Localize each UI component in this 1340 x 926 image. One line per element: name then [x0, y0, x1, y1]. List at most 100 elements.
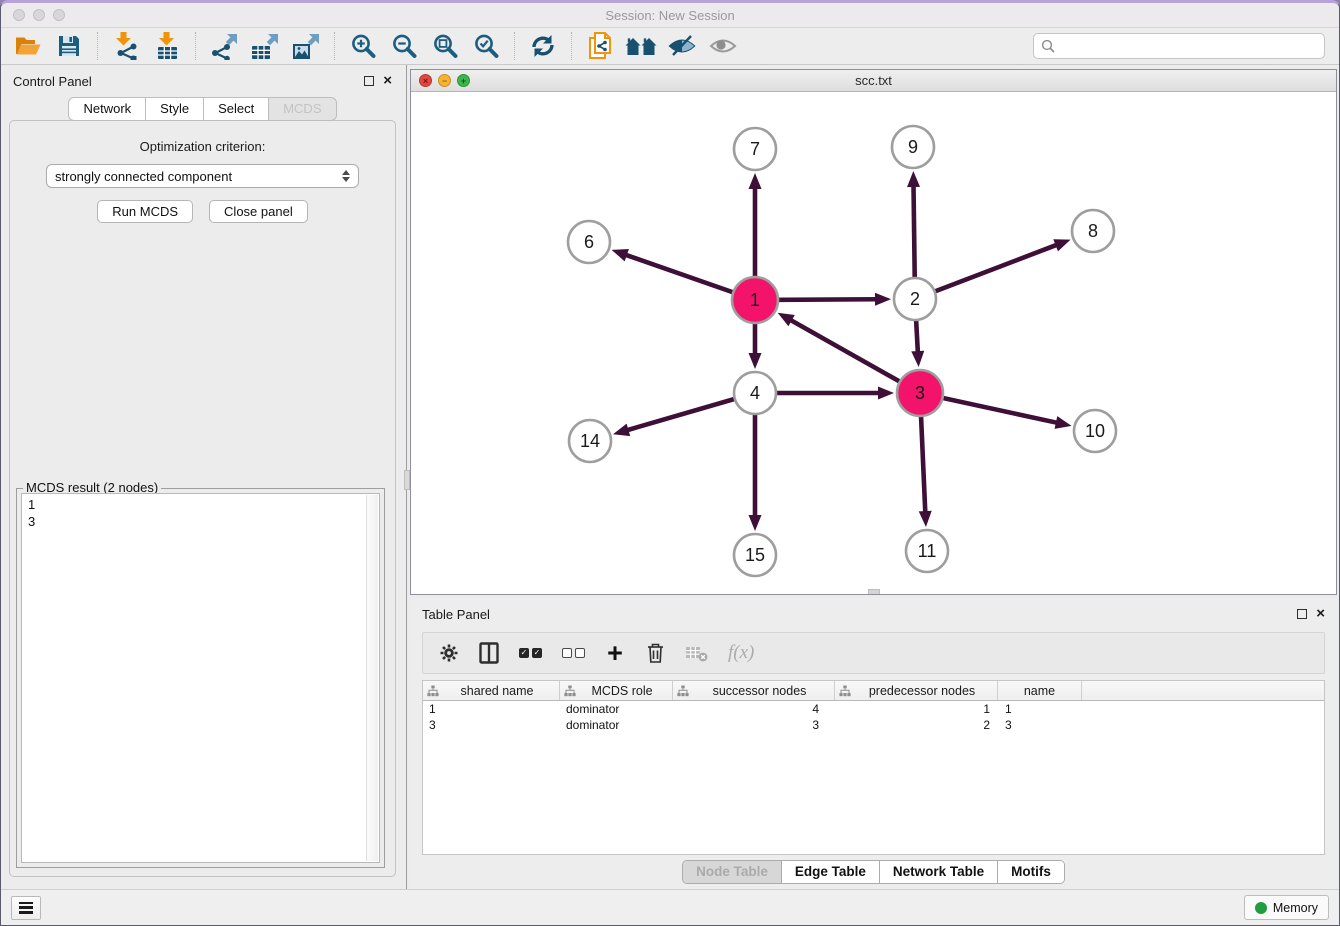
tab-style[interactable]: Style — [145, 97, 203, 121]
deselect-all-columns-icon[interactable] — [562, 648, 585, 658]
open-file-icon[interactable] — [11, 31, 45, 61]
cell-successor-nodes[interactable]: 3 — [673, 717, 835, 733]
show-all-icon[interactable] — [706, 31, 740, 61]
float-table-panel-icon[interactable] — [1297, 609, 1307, 619]
export-network-icon[interactable] — [207, 31, 241, 61]
network-graph[interactable]: 7968124314101511 — [411, 92, 1336, 594]
memory-label: Memory — [1273, 901, 1318, 915]
function-builder-icon: f(x) — [728, 642, 754, 664]
cell-shared-name[interactable]: 3 — [423, 717, 560, 733]
toolbar-separator — [195, 32, 196, 60]
table-panel-title: Table Panel — [422, 607, 1297, 622]
toolbar-separator — [514, 32, 515, 60]
arrowhead-4-15 — [749, 515, 762, 531]
shared-column-icon — [839, 685, 851, 697]
float-panel-icon[interactable] — [364, 76, 374, 86]
task-history-button[interactable] — [11, 896, 41, 920]
zoom-out-icon[interactable] — [387, 31, 421, 61]
window-titlebar: Session: New Session — [1, 3, 1339, 28]
mcds-result-group: MCDS result (2 nodes) 13 — [16, 488, 385, 868]
criterion-dropdown-value: strongly connected component — [55, 169, 342, 184]
export-image-icon[interactable] — [289, 31, 323, 61]
cell-predecessor-nodes[interactable]: 2 — [835, 717, 998, 733]
zoom-selected-icon[interactable] — [469, 31, 503, 61]
column-header-filler — [1082, 681, 1324, 700]
import-table-icon[interactable] — [150, 31, 184, 61]
arrowhead-4-3 — [878, 387, 894, 400]
select-all-columns-icon[interactable]: ✓✓ — [519, 648, 542, 658]
network-view-window: × − + scc.txt 7968124314101511 — [410, 69, 1337, 595]
import-network-icon[interactable] — [109, 31, 143, 61]
apply-layout-icon[interactable] — [526, 31, 560, 61]
tab-network[interactable]: Network — [68, 97, 145, 121]
close-panel-icon[interactable]: × — [383, 76, 392, 86]
tab-motifs[interactable]: Motifs — [998, 861, 1064, 883]
arrowhead-3-11 — [919, 511, 932, 527]
table-toolbar: ✓✓ + f(x) — [422, 632, 1325, 674]
table-panel: Table Panel × ✓✓ + — [410, 598, 1337, 889]
tab-select[interactable]: Select — [203, 97, 268, 121]
duplicate-network-icon[interactable] — [583, 31, 617, 61]
control-panel: Control Panel × NetworkStyleSelectMCDS O… — [1, 65, 404, 889]
mcds-result-item[interactable]: 3 — [28, 513, 373, 530]
cell-shared-name[interactable]: 1 — [423, 701, 560, 717]
network-canvas[interactable]: 7968124314101511 — [411, 92, 1336, 594]
column-header-shared-name[interactable]: shared name — [423, 681, 560, 700]
main-toolbar — [1, 28, 1339, 65]
toolbar-separator — [97, 32, 98, 60]
criterion-dropdown[interactable]: strongly connected component — [46, 164, 359, 188]
node-label-7: 7 — [750, 139, 760, 159]
close-table-panel-icon[interactable]: × — [1316, 609, 1325, 619]
delete-columns-icon[interactable] — [645, 642, 665, 664]
panel-splitter[interactable] — [404, 65, 410, 889]
add-column-icon[interactable]: + — [605, 643, 625, 663]
search-box[interactable] — [1033, 33, 1325, 59]
toolbar-separator — [334, 32, 335, 60]
column-header-predecessor-nodes[interactable]: predecessor nodes — [835, 681, 998, 700]
mcds-result-item[interactable]: 1 — [28, 496, 373, 513]
zoom-in-icon[interactable] — [346, 31, 380, 61]
table-options-icon[interactable] — [439, 643, 459, 663]
arrowhead-1-4 — [749, 353, 762, 369]
column-header-name[interactable]: name — [998, 681, 1082, 700]
tab-mcds[interactable]: MCDS — [268, 97, 336, 121]
shared-column-icon — [427, 685, 439, 697]
table-row[interactable]: 3dominator323 — [423, 717, 1324, 733]
run-mcds-button[interactable]: Run MCDS — [97, 200, 193, 223]
table-body[interactable]: 1dominator4113dominator323 — [423, 701, 1324, 854]
arrowhead-1-2 — [875, 293, 891, 306]
tab-node-table[interactable]: Node Table — [683, 861, 782, 883]
memory-button[interactable]: Memory — [1244, 895, 1329, 920]
cell-predecessor-nodes[interactable]: 1 — [835, 701, 998, 717]
cell-name[interactable]: 1 — [998, 701, 1082, 717]
show-columns-icon[interactable] — [479, 642, 499, 664]
result-scrollbar[interactable] — [366, 495, 378, 861]
mcds-panel-body: Optimization criterion: strongly connect… — [9, 120, 396, 877]
column-header-successor-nodes[interactable]: successor nodes — [673, 681, 835, 700]
canvas-resize-handle[interactable] — [868, 589, 880, 594]
column-header-MCDS-role[interactable]: MCDS role — [560, 681, 673, 700]
node-label-6: 6 — [584, 232, 594, 252]
search-input[interactable] — [1060, 39, 1317, 54]
cell-MCDS-role[interactable]: dominator — [560, 701, 673, 717]
export-table-icon[interactable] — [248, 31, 282, 61]
close-panel-button[interactable]: Close panel — [209, 200, 308, 223]
save-session-icon[interactable] — [52, 31, 86, 61]
node-label-9: 9 — [908, 137, 918, 157]
cell-MCDS-role[interactable]: dominator — [560, 717, 673, 733]
node-label-4: 4 — [750, 383, 760, 403]
cell-name[interactable]: 3 — [998, 717, 1082, 733]
table-row[interactable]: 1dominator411 — [423, 701, 1324, 717]
edge-2-8[interactable] — [915, 245, 1058, 299]
first-neighbors-icon[interactable] — [624, 31, 658, 61]
mcds-result-list[interactable]: 13 — [21, 493, 380, 863]
hide-selected-icon[interactable] — [665, 31, 699, 61]
arrowhead-2-3 — [911, 351, 924, 367]
splitter-handle[interactable] — [404, 470, 410, 490]
zoom-fit-icon[interactable] — [428, 31, 462, 61]
cell-successor-nodes[interactable]: 4 — [673, 701, 835, 717]
tab-edge-table[interactable]: Edge Table — [782, 861, 880, 883]
node-label-2: 2 — [910, 289, 920, 309]
window-title: Session: New Session — [1, 8, 1339, 23]
tab-network-table[interactable]: Network Table — [880, 861, 998, 883]
